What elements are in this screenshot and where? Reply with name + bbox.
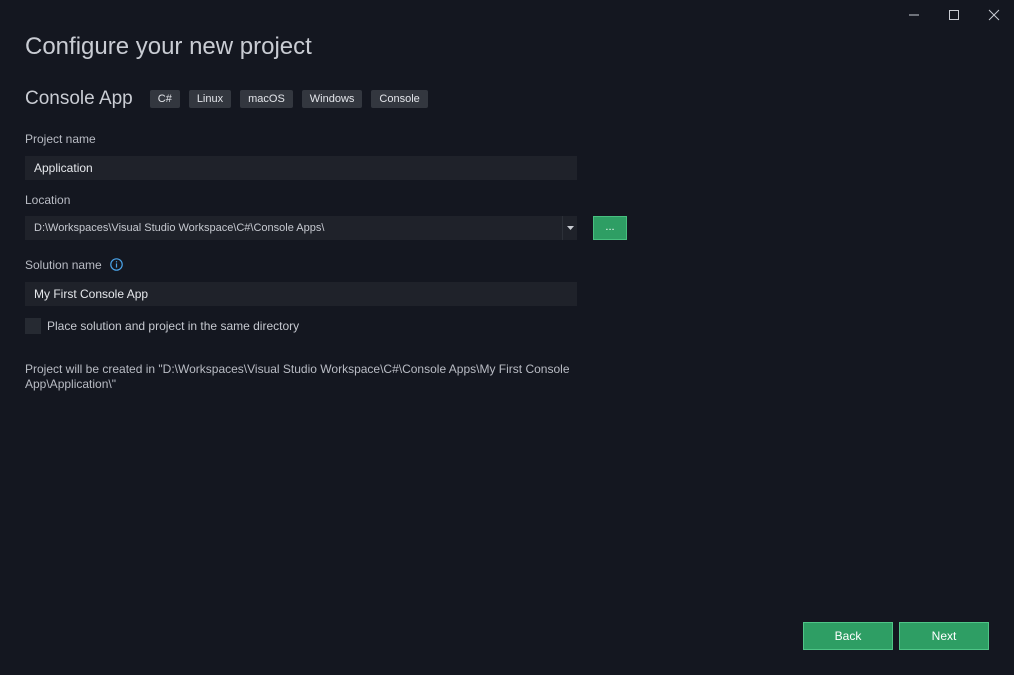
- same-directory-label[interactable]: Place solution and project in the same d…: [47, 319, 299, 333]
- location-combobox[interactable]: D:\Workspaces\Visual Studio Workspace\C#…: [25, 216, 577, 240]
- same-directory-checkbox[interactable]: [25, 318, 41, 334]
- chevron-down-icon: [566, 226, 574, 230]
- minimize-button[interactable]: [894, 0, 934, 30]
- maximize-icon: [949, 10, 959, 20]
- info-icon[interactable]: [110, 258, 123, 274]
- tag-console: Console: [371, 90, 428, 108]
- browse-location-button[interactable]: ...: [593, 216, 627, 240]
- solution-name-field-wrapper: [25, 282, 577, 306]
- project-name-field-wrapper: [25, 156, 577, 180]
- project-path-note: Project will be created in "D:\Workspace…: [25, 362, 570, 391]
- tag-macos: macOS: [240, 90, 293, 108]
- page-title: Configure your new project: [25, 33, 312, 60]
- location-label: Location: [25, 193, 71, 207]
- project-name-input[interactable]: [25, 156, 577, 180]
- template-row: Console App C# Linux macOS Windows Conso…: [25, 88, 437, 110]
- configure-project-window: Configure your new project Console App C…: [0, 0, 1014, 675]
- solution-name-input[interactable]: [25, 282, 577, 306]
- template-name: Console App: [25, 88, 133, 109]
- window-controls: [894, 0, 1014, 30]
- tag-csharp: C#: [149, 90, 180, 108]
- solution-name-label-row: Solution name: [25, 258, 123, 274]
- close-icon: [988, 9, 1000, 21]
- tag-linux: Linux: [188, 90, 232, 108]
- same-directory-option[interactable]: Place solution and project in the same d…: [25, 318, 299, 334]
- minimize-icon: [909, 14, 919, 16]
- maximize-button[interactable]: [934, 0, 974, 30]
- next-button[interactable]: Next: [899, 622, 989, 650]
- solution-name-label: Solution name: [25, 258, 102, 273]
- project-name-label: Project name: [25, 132, 96, 146]
- close-button[interactable]: [974, 0, 1014, 30]
- location-value[interactable]: D:\Workspaces\Visual Studio Workspace\C#…: [25, 222, 562, 234]
- location-dropdown-button[interactable]: [562, 216, 577, 240]
- back-button[interactable]: Back: [803, 622, 893, 650]
- tag-windows: Windows: [301, 90, 363, 108]
